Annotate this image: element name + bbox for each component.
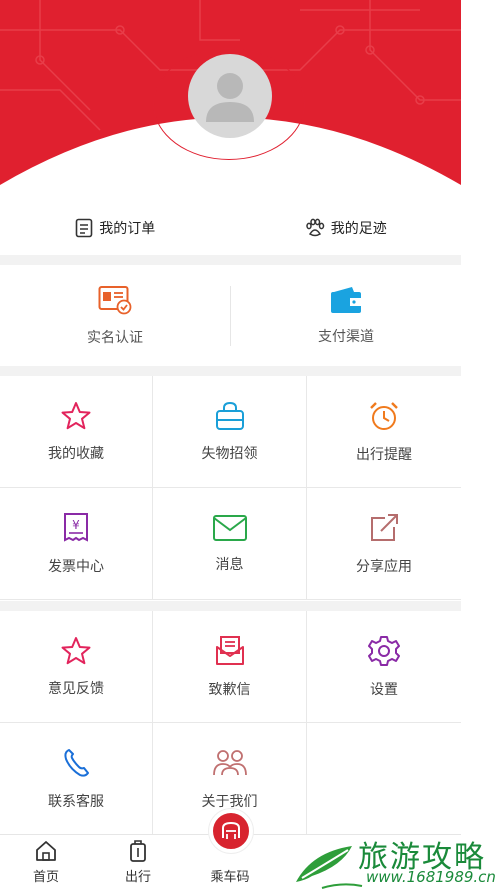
invoice-icon: ¥ — [64, 512, 88, 542]
section-divider — [0, 255, 461, 265]
share-icon — [371, 513, 398, 541]
account-actions: 实名认证 支付渠道 — [0, 266, 461, 366]
star-icon — [61, 401, 91, 429]
share-app-label: 分享应用 — [356, 557, 412, 574]
about-us-label: 关于我们 — [201, 792, 258, 809]
lost-and-found-button[interactable]: 失物招领 — [153, 376, 307, 488]
travel-reminder-label: 出行提醒 — [356, 445, 412, 462]
invoice-center-button[interactable]: ¥ 发票中心 — [0, 488, 153, 600]
home-icon — [36, 841, 56, 861]
section-divider — [0, 366, 461, 376]
share-app-button[interactable]: 分享应用 — [307, 488, 461, 600]
travel-reminder-button[interactable]: 出行提醒 — [307, 376, 461, 488]
lost-and-found-label: 失物招领 — [201, 444, 258, 461]
invoice-center-label: 发票中心 — [48, 557, 104, 574]
profile-header — [0, 0, 461, 200]
site-watermark: 旅游攻略 www.1681989.cn — [292, 828, 499, 895]
messages-label: 消息 — [215, 555, 244, 572]
payment-channel-button[interactable]: 支付渠道 — [231, 266, 461, 366]
my-favorites-label: 我的收藏 — [48, 444, 104, 461]
feedback-label: 意见反馈 — [48, 679, 104, 696]
orders-row: 我的订单 我的足迹 — [0, 200, 461, 255]
payment-channel-label: 支付渠道 — [318, 328, 374, 344]
messages-button[interactable]: 消息 — [153, 488, 307, 600]
contact-support-button[interactable]: 联系客服 — [0, 723, 153, 835]
tab-travel[interactable]: 出行 — [92, 835, 184, 895]
metro-train-icon — [222, 821, 240, 839]
paw-print-icon — [306, 218, 324, 236]
apology-letter-icon — [215, 635, 244, 665]
envelope-icon — [212, 514, 247, 541]
bag-icon — [215, 401, 244, 430]
settings-button[interactable]: 设置 — [307, 611, 461, 723]
wallet-icon — [331, 287, 361, 313]
features-grid-2: 意见反馈 致歉信 设置 联系客服 关于我们 — [0, 611, 461, 835]
right-margin — [461, 0, 499, 895]
tab-home[interactable]: 首页 — [0, 835, 92, 895]
section-divider — [0, 601, 461, 611]
apology-letter-button[interactable]: 致歉信 — [153, 611, 307, 723]
avatar[interactable] — [188, 54, 272, 138]
phone-icon — [64, 748, 89, 777]
svg-text:¥: ¥ — [72, 518, 80, 532]
tab-travel-label: 出行 — [124, 869, 151, 884]
apology-letter-label: 致歉信 — [208, 680, 251, 697]
empty-grid-cell — [307, 723, 461, 835]
tab-home-label: 首页 — [32, 869, 59, 884]
id-card-icon — [98, 286, 132, 315]
profile-page: 我的订单 我的足迹 实名认证 支付渠道 我的收藏 失物招领 出行提醒 ¥ 发票中… — [0, 0, 461, 895]
real-name-auth-button[interactable]: 实名认证 — [0, 266, 230, 366]
order-list-icon — [75, 218, 93, 237]
people-icon — [212, 749, 247, 775]
settings-label: 设置 — [370, 680, 398, 697]
watermark-url: www.1681989.cn — [366, 868, 496, 886]
feedback-button[interactable]: 意见反馈 — [0, 611, 153, 723]
gear-icon — [368, 635, 400, 666]
user-silhouette-icon — [206, 73, 254, 122]
features-grid-1: 我的收藏 失物招领 出行提醒 ¥ 发票中心 消息 分享应用 — [0, 376, 461, 600]
my-favorites-button[interactable]: 我的收藏 — [0, 376, 153, 488]
ride-code-button[interactable] — [209, 809, 253, 853]
luggage-icon — [130, 840, 146, 862]
tab-ride-code[interactable]: 乘车码 — [184, 809, 276, 895]
my-orders-label: 我的订单 — [99, 219, 156, 236]
my-footprints-label: 我的足迹 — [330, 219, 387, 236]
alarm-clock-icon — [370, 401, 398, 430]
my-orders-button[interactable]: 我的订单 — [0, 200, 231, 255]
my-footprints-button[interactable]: 我的足迹 — [231, 200, 462, 255]
contact-support-label: 联系客服 — [48, 792, 104, 809]
star-outline-icon — [61, 636, 91, 664]
real-name-auth-label: 实名认证 — [87, 329, 143, 345]
tab-ride-code-label: 乘车码 — [210, 869, 250, 884]
